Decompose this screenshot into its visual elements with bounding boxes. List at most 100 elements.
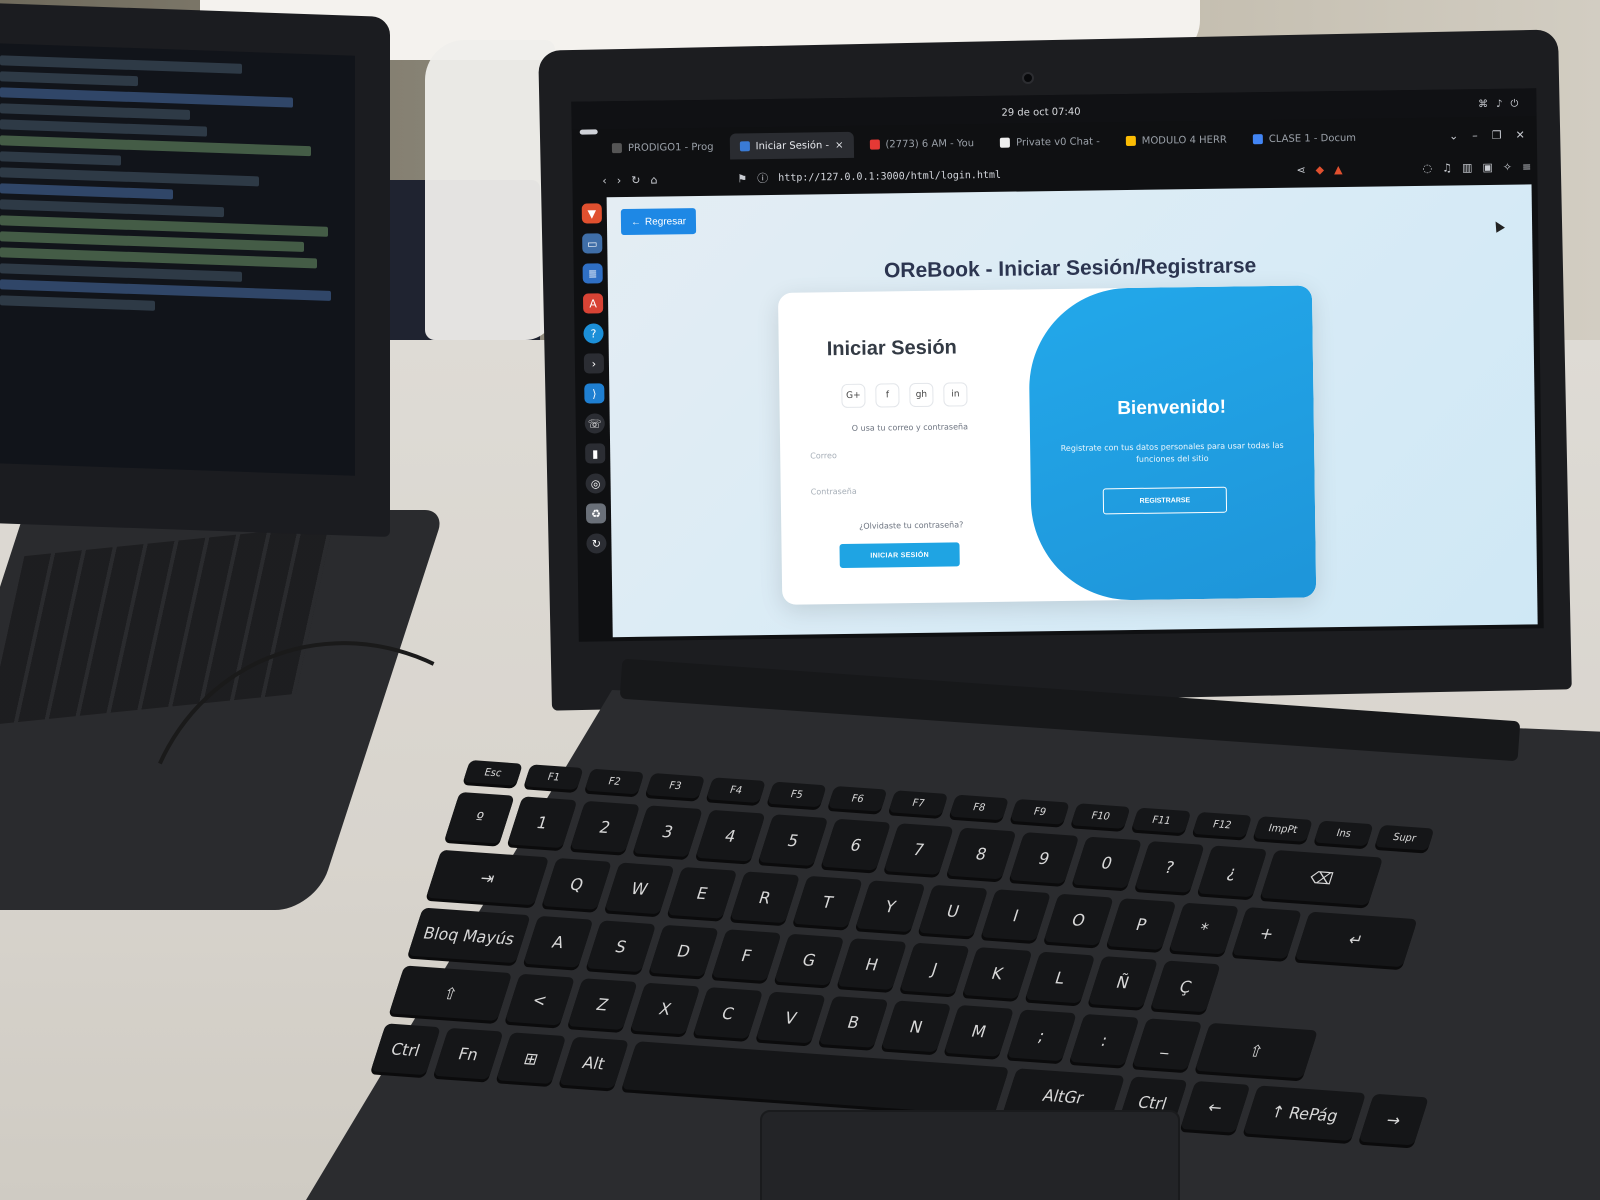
keyboard-key[interactable]: F8 [949, 794, 1010, 821]
keyboard-key[interactable]: ; [1006, 1009, 1077, 1062]
chat-icon[interactable]: ◌ [1422, 162, 1432, 175]
keyboard-key[interactable]: O [1043, 893, 1114, 946]
keyboard-key[interactable]: F [711, 929, 782, 982]
keyboard-key[interactable]: ¿ [1197, 845, 1268, 898]
browser-tab[interactable]: Iniciar Sesión - × [729, 131, 854, 160]
keyboard-key[interactable]: F11 [1131, 807, 1192, 834]
keyboard-key[interactable]: 4 [695, 809, 766, 862]
browser-tab[interactable]: Private v0 Chat - [990, 128, 1110, 156]
keyboard-key[interactable]: F10 [1070, 803, 1131, 829]
share-icon[interactable]: ⋖ [1296, 164, 1305, 177]
keyboard-key[interactable]: F2 [584, 768, 645, 795]
browser-tab[interactable]: (2773) 6 AM - You [859, 130, 984, 158]
google-icon[interactable]: G+ [841, 383, 866, 409]
keyboard-key[interactable]: C [692, 987, 764, 1039]
keyboard-key[interactable]: M [943, 1004, 1015, 1057]
keyboard-key[interactable]: U [918, 884, 989, 937]
menu-icon[interactable]: ≡ [1522, 160, 1531, 173]
keyboard-key[interactable]: F4 [706, 777, 767, 804]
site-info-icon[interactable]: ⓘ [757, 170, 768, 186]
keyboard-key[interactable]: 7 [883, 823, 954, 875]
keyboard-key[interactable]: E [667, 866, 738, 919]
keyboard-key[interactable]: G [774, 933, 845, 986]
keyboard-key[interactable]: 9 [1009, 832, 1080, 884]
keyboard-key[interactable]: H [836, 938, 908, 990]
help-icon[interactable]: ? [583, 323, 604, 344]
linkedin-icon[interactable]: in [943, 382, 968, 407]
keyboard-key[interactable]: Y [855, 880, 926, 933]
terminal-icon[interactable]: › [583, 353, 605, 374]
keyboard-key[interactable]: ↵ [1294, 911, 1418, 968]
keyboard-key[interactable]: Ç [1150, 960, 1221, 1013]
keyboard-key[interactable]: ? [1134, 841, 1205, 893]
keyboard-key[interactable]: P [1106, 898, 1177, 950]
update-icon[interactable]: ↻ [586, 533, 607, 554]
keyboard-key[interactable]: B [818, 996, 889, 1048]
facebook-icon[interactable]: f [875, 383, 900, 408]
power-icon[interactable]: ⏻ [1510, 99, 1518, 110]
notes-icon[interactable]: ≣ [582, 263, 603, 284]
back-icon[interactable]: ‹ [602, 174, 607, 187]
close-window-button[interactable]: ✕ [1516, 128, 1525, 141]
tab-list-icon[interactable]: ⌄ [1449, 129, 1458, 142]
keyboard-key[interactable]: X [630, 982, 701, 1035]
trackpad[interactable] [760, 1110, 1180, 1200]
github-icon[interactable]: gh [909, 382, 934, 408]
vscode-icon[interactable]: ⟩ [584, 383, 605, 404]
keyboard-key[interactable]: S [585, 920, 657, 973]
maximize-button[interactable]: ❐ [1492, 129, 1502, 142]
browser-tab[interactable]: CLASE 1 - Docum [1243, 125, 1367, 153]
music-icon[interactable]: ♫ [1442, 161, 1452, 174]
password-field[interactable] [810, 477, 1011, 503]
keyboard-key[interactable]: N [881, 1000, 952, 1053]
keyboard-key[interactable]: → [1358, 1093, 1429, 1146]
trash-icon[interactable]: ♻ [585, 503, 607, 524]
keyboard-key[interactable]: R [729, 871, 801, 924]
keyboard-key[interactable]: 8 [946, 827, 1017, 880]
keyboard-key[interactable]: F5 [766, 781, 827, 808]
email-field[interactable] [810, 441, 1011, 467]
keyboard-key[interactable]: F6 [827, 785, 888, 812]
close-tab-icon[interactable]: × [835, 139, 844, 150]
keyboard-key[interactable]: J [899, 942, 970, 995]
keyboard-key[interactable]: F3 [645, 772, 706, 799]
keyboard-key[interactable]: W [604, 862, 675, 915]
rewards-icon[interactable]: ▲ [1334, 163, 1343, 176]
url-field[interactable]: http://127.0.0.1:3000/html/login.html [778, 169, 1001, 183]
sidebar-icon[interactable]: ▥ [1462, 161, 1473, 174]
extensions-icon[interactable]: ✧ [1503, 161, 1512, 174]
keyboard-key[interactable]: ImpPt [1253, 816, 1313, 842]
system-clock[interactable]: 29 de oct 07:40 [1001, 107, 1080, 119]
reload-icon[interactable]: ↻ [631, 173, 640, 186]
keyboard-key[interactable]: K [962, 947, 1033, 999]
wallet-icon[interactable]: ▣ [1482, 161, 1493, 174]
keyboard-key[interactable]: L [1025, 951, 1096, 1004]
keyboard-key[interactable]: F7 [888, 790, 949, 816]
activities-indicator[interactable] [579, 129, 598, 135]
keyboard-key[interactable]: Ñ [1087, 956, 1158, 1008]
volume-icon[interactable]: ♪ [1496, 99, 1503, 110]
keyboard-key[interactable]: 6 [820, 818, 892, 871]
keyboard-key[interactable]: ⊞ [496, 1032, 567, 1085]
back-button[interactable]: ← Regresar [620, 208, 697, 236]
browser-tab[interactable]: MODULO 4 HERR [1116, 126, 1237, 154]
files-icon[interactable]: ▭ [582, 233, 603, 254]
keyboard-key[interactable]: V [755, 991, 826, 1044]
keyboard-key[interactable]: ↑ RePág [1242, 1085, 1367, 1141]
brave-shield-icon[interactable]: ◆ [1316, 163, 1325, 176]
keyboard-key[interactable]: Alt [558, 1036, 630, 1089]
keyboard-key[interactable]: F12 [1192, 811, 1253, 838]
whatsapp-icon[interactable]: ☏ [584, 413, 605, 434]
minimize-button[interactable]: – [1472, 129, 1478, 142]
software-center-icon[interactable]: A [582, 293, 604, 314]
keyboard-key[interactable]: : [1069, 1013, 1140, 1066]
keyboard-key[interactable]: 3 [632, 805, 703, 858]
keyboard-key[interactable]: ← [1180, 1080, 1251, 1133]
keyboard-key[interactable]: F9 [1009, 798, 1070, 825]
keyboard-key[interactable]: 0 [1071, 836, 1143, 889]
forward-icon[interactable]: › [617, 174, 622, 187]
bookmark-icon[interactable]: ⚑ [737, 172, 747, 185]
settings-icon[interactable]: ◎ [585, 473, 606, 494]
keyboard-key[interactable]: Supr [1374, 824, 1435, 851]
keyboard-key[interactable]: D [648, 924, 719, 977]
